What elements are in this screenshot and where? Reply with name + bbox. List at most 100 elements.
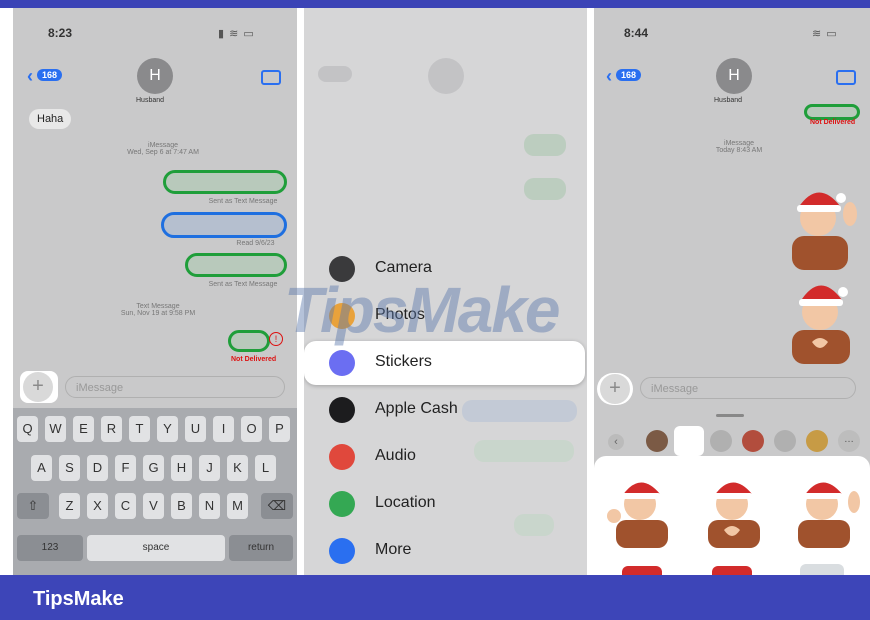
memoji-sticker-waving[interactable] bbox=[792, 470, 864, 548]
video-call-icon[interactable] bbox=[261, 70, 281, 85]
more-icon bbox=[329, 538, 355, 564]
memoji-sticker-partial[interactable] bbox=[622, 566, 662, 575]
key-w[interactable]: W bbox=[45, 416, 66, 442]
giraffe-tab[interactable] bbox=[806, 430, 828, 452]
menu-label: More bbox=[375, 541, 412, 558]
contact-name[interactable]: Husband bbox=[714, 97, 742, 104]
sent-bubble bbox=[524, 178, 566, 200]
back-chevron-icon[interactable]: ‹ bbox=[606, 66, 612, 87]
key-c[interactable]: C bbox=[115, 493, 136, 519]
menu-item-location[interactable]: Location bbox=[304, 482, 587, 526]
key-a[interactable]: A bbox=[31, 455, 52, 481]
numbers-key[interactable]: 123 bbox=[17, 535, 83, 561]
key-b[interactable]: B bbox=[171, 493, 192, 519]
chevron-left-icon[interactable]: ‹ bbox=[608, 434, 624, 450]
sent-bubble bbox=[804, 104, 860, 120]
space-key[interactable]: space bbox=[87, 535, 225, 561]
more-icon[interactable]: … bbox=[838, 430, 860, 452]
memoji-sticker-waving[interactable] bbox=[782, 178, 864, 270]
key-i[interactable]: I bbox=[213, 416, 234, 442]
audio-icon bbox=[329, 444, 355, 470]
timestamp-label: iMessage Today 8:43 AM bbox=[715, 140, 763, 154]
memoji-sticker-thumbs[interactable] bbox=[606, 470, 678, 548]
key-o[interactable]: O bbox=[241, 416, 262, 442]
key-z[interactable]: Z bbox=[59, 493, 80, 519]
cow-tab[interactable] bbox=[774, 430, 796, 452]
key-e[interactable]: E bbox=[73, 416, 94, 442]
delete-key[interactable]: ⌫ bbox=[261, 493, 293, 519]
key-k[interactable]: K bbox=[227, 455, 248, 481]
key-g[interactable]: G bbox=[143, 455, 164, 481]
memoji-sticker-heart[interactable] bbox=[784, 270, 864, 365]
santa-memoji-tab[interactable] bbox=[674, 426, 704, 456]
key-j[interactable]: J bbox=[199, 455, 220, 481]
back-chevron-icon bbox=[318, 66, 352, 82]
footer-bar bbox=[0, 575, 870, 620]
key-h[interactable]: H bbox=[171, 455, 192, 481]
not-delivered-label: Not Delivered bbox=[231, 356, 277, 363]
stickers-panel: 8:44 ≋ ▭ ‹ 168 H Husband Not Delivered i… bbox=[594, 8, 870, 575]
key-q[interactable]: Q bbox=[17, 416, 38, 442]
sent-bubble bbox=[524, 134, 566, 156]
add-plus-button[interactable]: + bbox=[600, 374, 630, 404]
key-d[interactable]: D bbox=[87, 455, 108, 481]
animal-tab[interactable] bbox=[710, 430, 732, 452]
key-l[interactable]: L bbox=[255, 455, 276, 481]
apple-cash-icon bbox=[329, 397, 355, 423]
avatar[interactable]: H bbox=[716, 58, 752, 94]
memoji-tab[interactable] bbox=[646, 430, 668, 452]
key-t[interactable]: T bbox=[129, 416, 150, 442]
return-key[interactable]: return bbox=[229, 535, 293, 561]
unread-badge[interactable]: 168 bbox=[616, 69, 642, 81]
error-icon[interactable]: ! bbox=[269, 332, 283, 346]
top-border bbox=[0, 0, 870, 8]
footer-title: TipsMake bbox=[33, 588, 124, 610]
memoji-sticker-partial[interactable] bbox=[712, 566, 752, 575]
read-receipt: Read 9/6/23 bbox=[236, 240, 275, 247]
key-v[interactable]: V bbox=[143, 493, 164, 519]
not-delivered-label: Not Delivered bbox=[810, 119, 856, 126]
menu-label: Audio bbox=[375, 447, 416, 464]
incoming-bubble: Haha bbox=[29, 109, 72, 129]
drawer-grabber[interactable] bbox=[716, 414, 744, 417]
sticker-tabs: ‹ … bbox=[594, 426, 870, 456]
video-call-icon[interactable] bbox=[836, 70, 856, 85]
key-x[interactable]: X bbox=[87, 493, 108, 519]
key-s[interactable]: S bbox=[59, 455, 80, 481]
menu-item-stickers[interactable]: Stickers bbox=[304, 341, 585, 385]
menu-label: Apple Cash bbox=[375, 400, 458, 417]
add-plus-button[interactable]: + bbox=[23, 372, 53, 402]
key-p[interactable]: P bbox=[269, 416, 290, 442]
key-r[interactable]: R bbox=[101, 416, 122, 442]
delivery-status: Sent as Text Message bbox=[208, 281, 278, 288]
key-f[interactable]: F bbox=[115, 455, 136, 481]
messages-conversation-panel: 8:23 ▮ ≋ ▭ ‹ 168 H Husband Haha iMessage… bbox=[13, 8, 297, 575]
status-time: 8:23 bbox=[48, 26, 73, 40]
sent-bubble bbox=[185, 253, 287, 277]
menu-item-more[interactable]: More bbox=[304, 529, 587, 573]
menu-label: Stickers bbox=[375, 353, 432, 370]
memoji-sticker-partial[interactable] bbox=[800, 564, 844, 575]
back-chevron-icon[interactable]: ‹ bbox=[27, 66, 33, 87]
delivery-status: Sent as Text Message bbox=[208, 198, 278, 205]
octopus-tab[interactable] bbox=[742, 430, 764, 452]
menu-item-apple-cash[interactable]: Apple Cash bbox=[304, 388, 587, 432]
status-icons: ▮ ≋ ▭ bbox=[218, 28, 255, 40]
unread-badge[interactable]: 168 bbox=[37, 69, 63, 81]
message-input[interactable]: iMessage bbox=[65, 376, 285, 398]
key-y[interactable]: Y bbox=[157, 416, 178, 442]
key-m[interactable]: M bbox=[227, 493, 248, 519]
avatar[interactable]: H bbox=[137, 58, 173, 94]
contact-name[interactable]: Husband bbox=[136, 97, 164, 104]
status-icons: ≋ ▭ bbox=[812, 28, 838, 40]
status-time: 8:44 bbox=[624, 26, 649, 40]
key-u[interactable]: U bbox=[185, 416, 206, 442]
memoji-sticker-heart[interactable] bbox=[698, 470, 770, 548]
timestamp-label: Text Message Sun, Nov 19 at 9:58 PM bbox=[120, 303, 196, 317]
menu-item-audio[interactable]: Audio bbox=[304, 435, 587, 479]
sticker-tray bbox=[594, 456, 870, 575]
message-input[interactable]: iMessage bbox=[640, 377, 856, 399]
keyboard: QWERTYUIOP ASDFGHJKL ZXCVBNM ⇧ ⌫ 123 spa… bbox=[13, 408, 297, 575]
shift-key[interactable]: ⇧ bbox=[17, 493, 49, 519]
key-n[interactable]: N bbox=[199, 493, 220, 519]
